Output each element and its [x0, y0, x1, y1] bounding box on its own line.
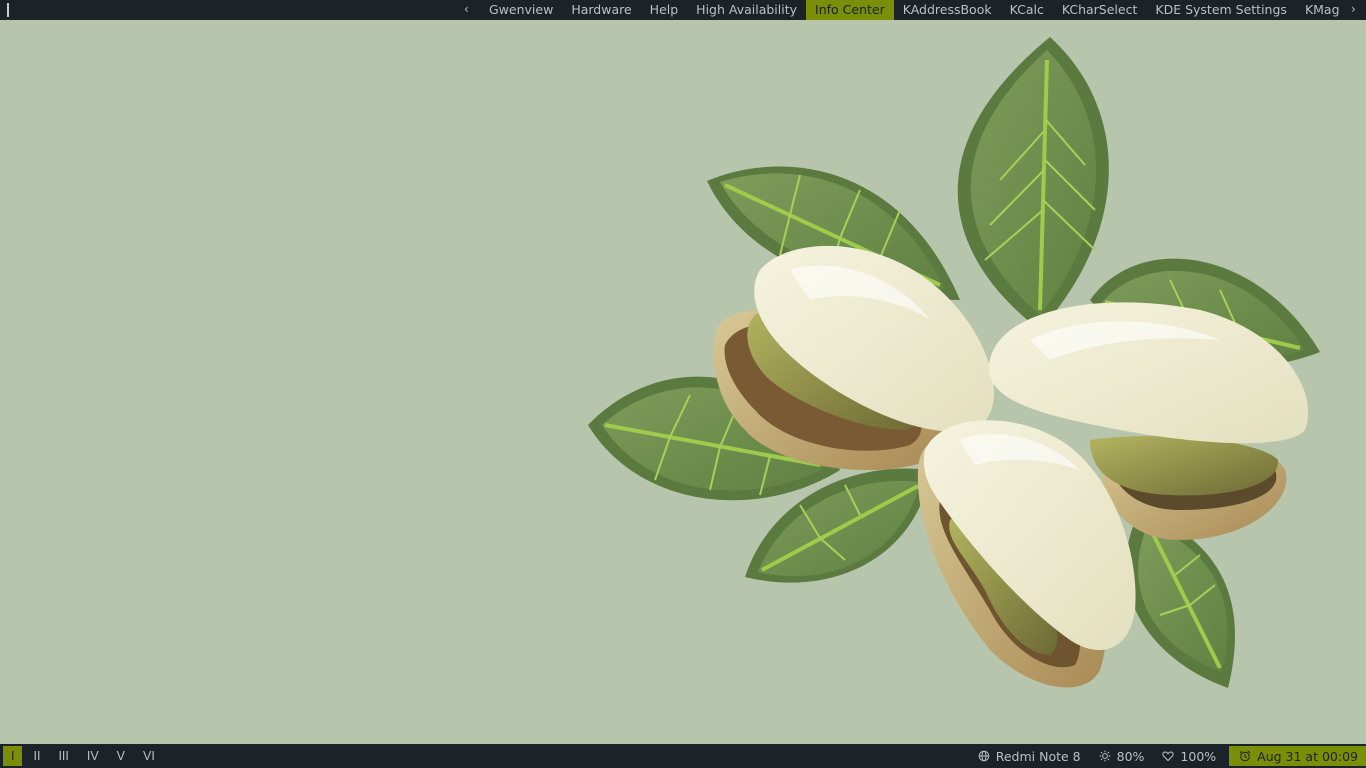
brightness-status[interactable]: 80% [1090, 746, 1154, 766]
desktop-1[interactable]: I [3, 746, 23, 766]
task-hardware[interactable]: Hardware [562, 0, 640, 20]
task-kmag[interactable]: KMag [1296, 0, 1349, 20]
task-high-availability[interactable]: High Availability [687, 0, 806, 20]
task-gwenview[interactable]: Gwenview [480, 0, 562, 20]
volume-label: 100% [1180, 748, 1217, 764]
desktop-3[interactable]: III [51, 746, 75, 766]
task-list: Gwenview Hardware Help High Availability… [480, 0, 1349, 20]
desktop-5[interactable]: V [110, 746, 132, 766]
volume-status[interactable]: 100% [1153, 746, 1225, 766]
task-info-center[interactable]: Info Center [806, 0, 894, 20]
network-status[interactable]: Redmi Note 8 [969, 746, 1090, 766]
globe-icon [978, 750, 990, 762]
status-area: Redmi Note 8 80% 100% Aug 31 at 00:09 [969, 746, 1366, 766]
task-kaddressbook[interactable]: KAddressBook [894, 0, 1001, 20]
task-kcalc[interactable]: KCalc [1001, 0, 1053, 20]
task-kde-system-settings[interactable]: KDE System Settings [1146, 0, 1296, 20]
desktop-wallpaper[interactable] [0, 20, 1366, 744]
leaf-top [957, 37, 1109, 330]
tasks-prev-arrow[interactable]: ‹ [464, 0, 469, 20]
desktop-2[interactable]: II [26, 746, 47, 766]
launcher-cursor[interactable] [7, 3, 9, 17]
top-panel: ‹ Gwenview Hardware Help High Availabili… [0, 0, 1366, 20]
desktop-6[interactable]: VI [136, 746, 162, 766]
bottom-panel: I II III IV V VI Redmi Note 8 80% 100% A… [0, 744, 1366, 768]
heart-icon [1162, 751, 1175, 762]
virtual-desktop-pager: I II III IV V VI [3, 746, 166, 766]
clock[interactable]: Aug 31 at 00:09 [1229, 746, 1366, 766]
alarm-clock-icon [1239, 750, 1251, 762]
desktop-4[interactable]: IV [80, 746, 106, 766]
clock-label: Aug 31 at 00:09 [1257, 748, 1358, 764]
task-kcharselect[interactable]: KCharSelect [1053, 0, 1147, 20]
network-label: Redmi Note 8 [995, 748, 1081, 764]
brightness-label: 80% [1116, 748, 1145, 764]
sun-icon [1099, 750, 1111, 762]
tasks-next-arrow[interactable]: › [1351, 0, 1356, 20]
task-help[interactable]: Help [641, 0, 688, 20]
pistachio-illustration [588, 37, 1320, 688]
